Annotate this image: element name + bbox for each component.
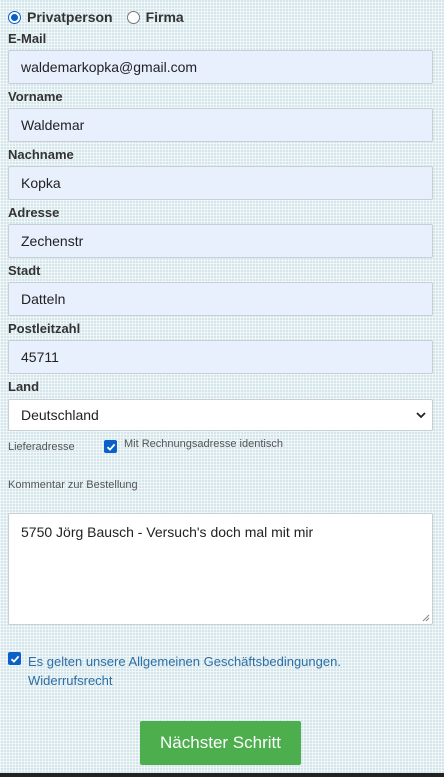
zip-label: Postleitzahl [8,321,81,336]
radio-firma[interactable] [126,10,140,24]
country-label: Land [8,379,40,394]
same-as-billing-label[interactable]: Mit Rechnungsadresse identisch [124,438,283,450]
checkmark-icon [10,655,19,663]
terms-text-block: Es gelten unsere Allgemeinen Geschäftsbe… [28,652,408,690]
chevron-down-icon [416,412,426,419]
radio-privatperson[interactable] [8,10,21,24]
firstname-field[interactable]: Waldemar [8,108,433,142]
email-field[interactable]: waldemarkopka@gmail.com [8,50,433,84]
terms-link[interactable]: Es gelten unsere Allgemeinen Geschäftsbe… [28,652,408,671]
firstname-label: Vorname [8,89,63,104]
comment-textarea[interactable]: 5750 Jörg Bausch - Versuch's doch mal mi… [8,513,433,625]
withdrawal-link[interactable]: Widerrufsrecht [28,671,408,690]
zip-field[interactable]: 45711 [8,340,433,374]
address-label: Adresse [8,205,60,220]
lastname-label: Nachname [8,147,74,162]
bottom-divider [0,773,444,777]
city-field[interactable]: Datteln [8,282,433,316]
radio-privatperson-label[interactable]: Privatperson [27,9,113,25]
customer-type-group: Privatperson Firma [8,8,184,26]
comment-label: Kommentar zur Bestellung [8,479,138,491]
comment-text: 5750 Jörg Bausch - Versuch's doch mal mi… [21,524,314,540]
lastname-field[interactable]: Kopka [8,166,433,200]
next-step-button[interactable]: Nächster Schritt [140,721,301,765]
email-label: E-Mail [8,31,47,46]
country-select-value: Deutschland [21,407,99,423]
address-field[interactable]: Zechenstr [8,224,433,258]
delivery-label: Lieferadresse [8,441,75,453]
terms-checkbox[interactable] [8,652,21,665]
radio-firma-label[interactable]: Firma [146,9,184,25]
city-label: Stadt [8,263,41,278]
checkmark-icon [106,443,115,451]
country-select[interactable]: Deutschland [8,399,433,431]
same-as-billing-checkbox[interactable] [104,440,117,453]
resize-grip-icon[interactable] [421,613,430,622]
